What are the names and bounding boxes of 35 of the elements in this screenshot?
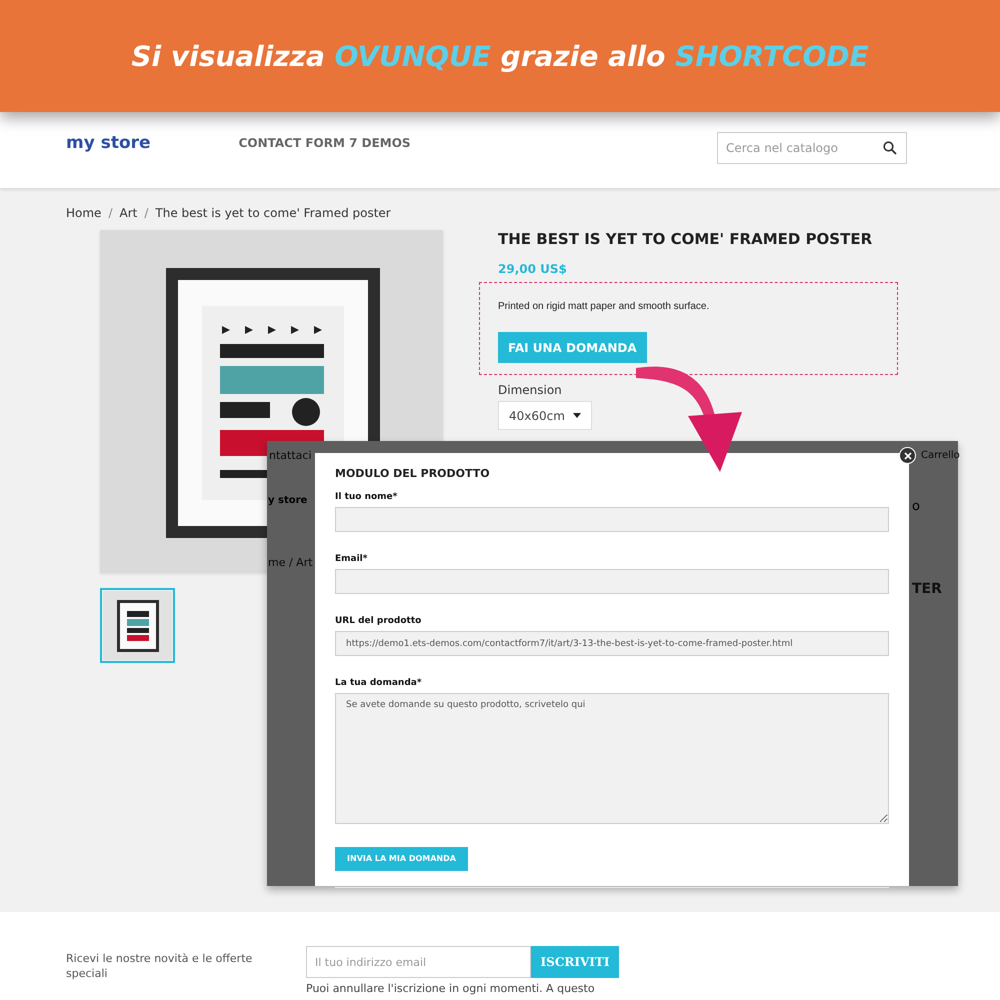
breadcrumb-link[interactable]: The best is yet to come' Framed poster xyxy=(155,206,391,220)
close-icon xyxy=(904,452,912,460)
thumbnail[interactable] xyxy=(100,588,175,663)
field-label: La tua domanda* xyxy=(335,678,423,688)
product-title: THE BEST IS YET TO COME' FRAMED POSTER xyxy=(498,230,874,248)
option-label: Dimension xyxy=(498,383,563,397)
store-logo: y store xyxy=(268,495,308,506)
store-logo[interactable]: my store xyxy=(66,133,151,153)
field-label: Email* xyxy=(335,554,368,564)
input-field[interactable]: https://demo1.ets-demos.com/contactform7/it/art/3-13-the-best-is-yet-to-come-framed-poster.html xyxy=(335,631,889,656)
breadcrumb-link[interactable]: Art xyxy=(119,206,138,220)
modal-title: MODULO DEL PRODOTTO xyxy=(335,467,491,480)
search-text: o xyxy=(912,499,920,514)
product-description: Printed on rigid matt paper and smooth surface. xyxy=(498,301,710,312)
breadcrumb-separator: / xyxy=(144,206,148,220)
caret-icon xyxy=(573,413,581,418)
newsletter-text: Ricevi le nostre novità e le offerte speciali xyxy=(66,951,254,982)
input-field[interactable] xyxy=(335,507,889,532)
close-button[interactable] xyxy=(899,447,916,464)
product-price: 29,00 US$ xyxy=(498,262,568,276)
newsletter-note: Puoi annullare l'iscrizione in ogni momenti. A questo xyxy=(306,982,596,995)
field-label: URL del prodotto xyxy=(335,616,422,626)
input-field[interactable] xyxy=(335,569,889,594)
search-icon[interactable] xyxy=(883,141,897,155)
breadcrumb-link[interactable]: Home xyxy=(66,206,102,220)
dimension-select[interactable]: 40x60cm xyxy=(498,401,592,430)
search-field[interactable]: Cerca nel catalogo xyxy=(717,132,907,164)
breadcrumb-text: me / Art xyxy=(268,556,313,569)
banner-headline: Si visualizza OVUNQUE grazie allo SHORTCODE xyxy=(131,40,869,72)
breadcrumb-separator: / xyxy=(108,206,112,220)
question-field[interactable]: Se avete domande su questo prodotto, scrivetelo qui xyxy=(335,693,889,824)
email-field[interactable]: Il tuo indirizzo email xyxy=(306,946,531,978)
nav-link[interactable]: CONTACT FORM 7 DEMOS xyxy=(238,136,411,150)
field-label: Il tuo nome* xyxy=(335,492,398,502)
product-title: TER xyxy=(912,581,942,597)
